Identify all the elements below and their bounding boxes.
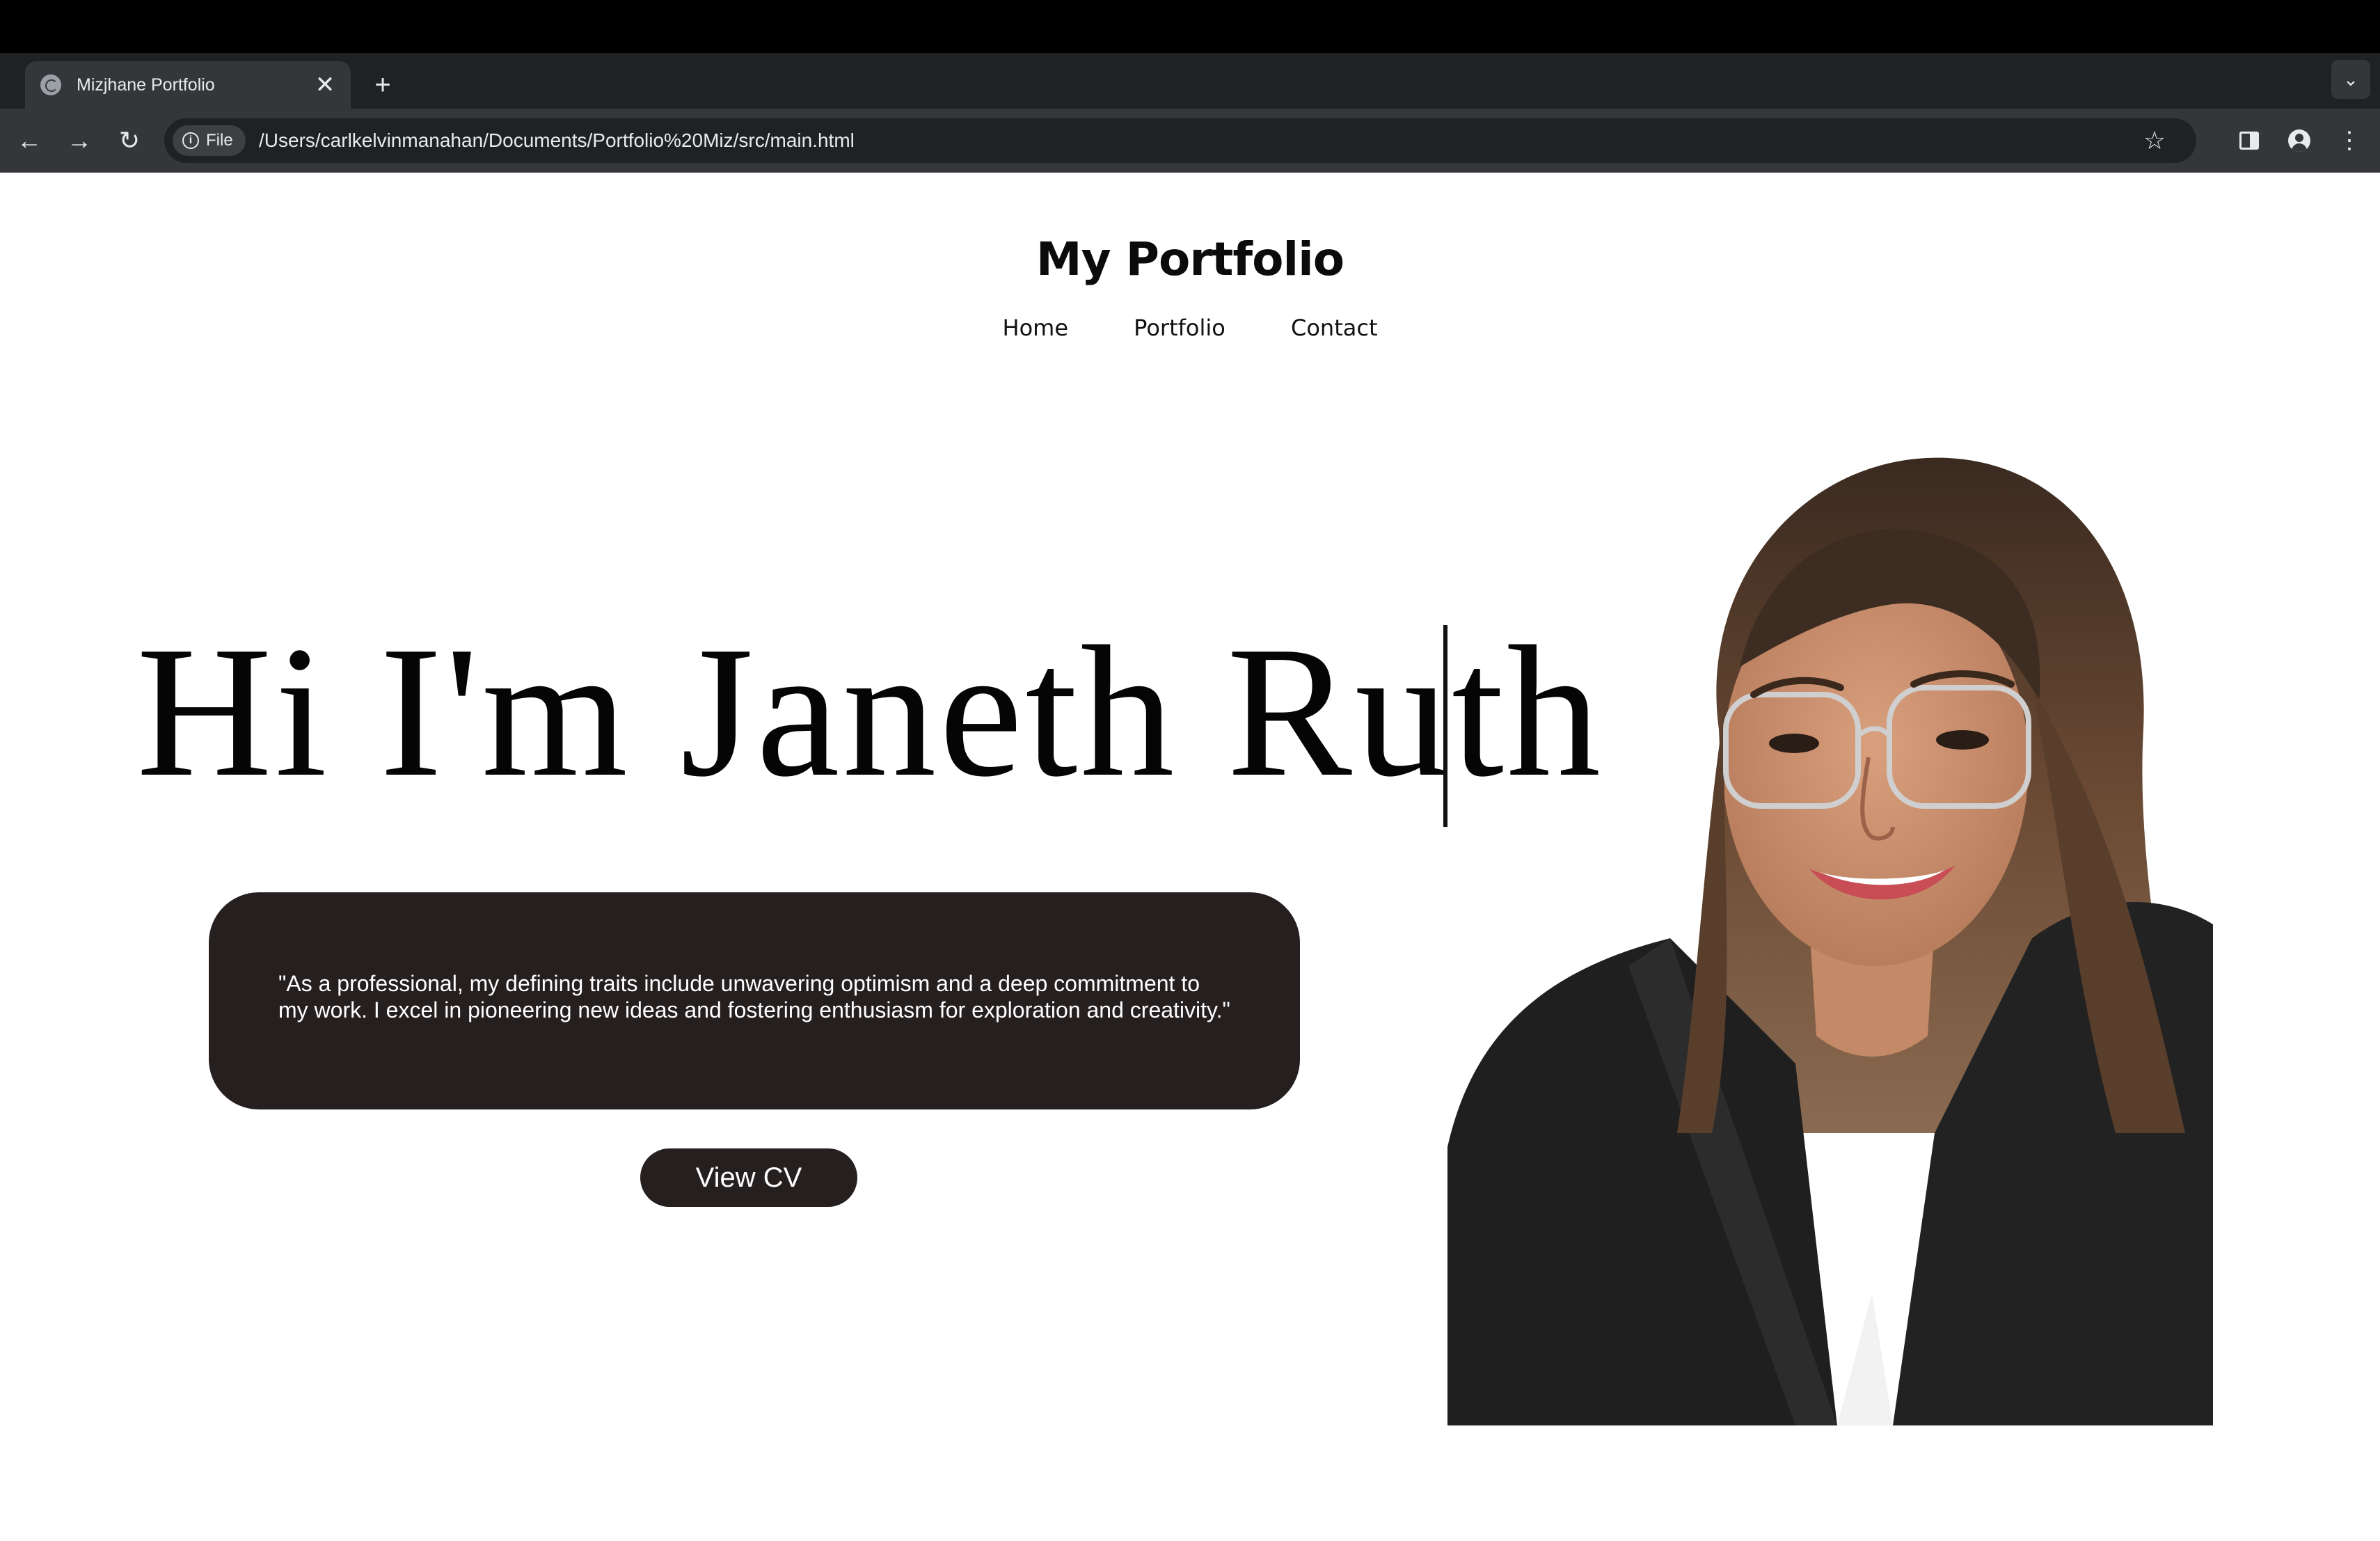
scheme-label: File — [206, 131, 233, 150]
menu-button[interactable]: ⋮ — [2330, 121, 2369, 160]
nav-contact-link[interactable]: Contact — [1291, 315, 1378, 341]
side-panel-button[interactable] — [2230, 121, 2269, 160]
nav-home-link[interactable]: Home — [1003, 315, 1069, 341]
site-title: My Portfolio — [1036, 232, 1344, 286]
window-titlebar — [0, 0, 2380, 53]
close-icon[interactable]: ✕ — [315, 73, 335, 97]
new-tab-button[interactable]: + — [366, 68, 399, 102]
tab-strip: Mizjhane Portfolio ✕ + ⌄ — [0, 53, 2380, 109]
globe-icon — [40, 74, 61, 95]
tab-search-button[interactable]: ⌄ — [2331, 60, 2370, 99]
side-panel-icon — [2239, 132, 2259, 150]
site-info-chip[interactable]: i File — [173, 125, 246, 156]
quote-card: "As a professional, my defining traits i… — [209, 892, 1300, 1109]
back-button[interactable]: ← — [10, 121, 49, 160]
forward-button[interactable]: → — [60, 121, 99, 160]
tab-mizjhane-portfolio[interactable]: Mizjhane Portfolio ✕ — [25, 61, 351, 109]
profile-button[interactable] — [2280, 121, 2319, 160]
quote-text: "As a professional, my defining traits i… — [278, 971, 1230, 1022]
hero-heading: Hi I'm Janeth Ruth — [136, 608, 1603, 816]
profile-icon — [2288, 129, 2310, 152]
tab-title: Mizjhane Portfolio — [77, 74, 215, 95]
view-cv-button[interactable]: View CV — [640, 1148, 857, 1207]
site-nav: Home Portfolio Contact — [0, 315, 2380, 341]
nav-portfolio-link[interactable]: Portfolio — [1134, 315, 1225, 341]
info-icon: i — [182, 132, 199, 149]
reload-button[interactable]: ↻ — [110, 121, 149, 160]
bookmark-star-icon[interactable]: ☆ — [2138, 124, 2171, 157]
page-content: My Portfolio Home Portfolio Contact Hi I… — [0, 173, 2380, 1541]
browser-toolbar: ← → ↻ i File /Users/carlkelvinmanahan/Do… — [0, 109, 2380, 173]
address-bar[interactable]: i File /Users/carlkelvinmanahan/Document… — [164, 118, 2196, 163]
url-text[interactable]: /Users/carlkelvinmanahan/Documents/Portf… — [259, 118, 855, 163]
profile-photo — [1447, 457, 2213, 1425]
